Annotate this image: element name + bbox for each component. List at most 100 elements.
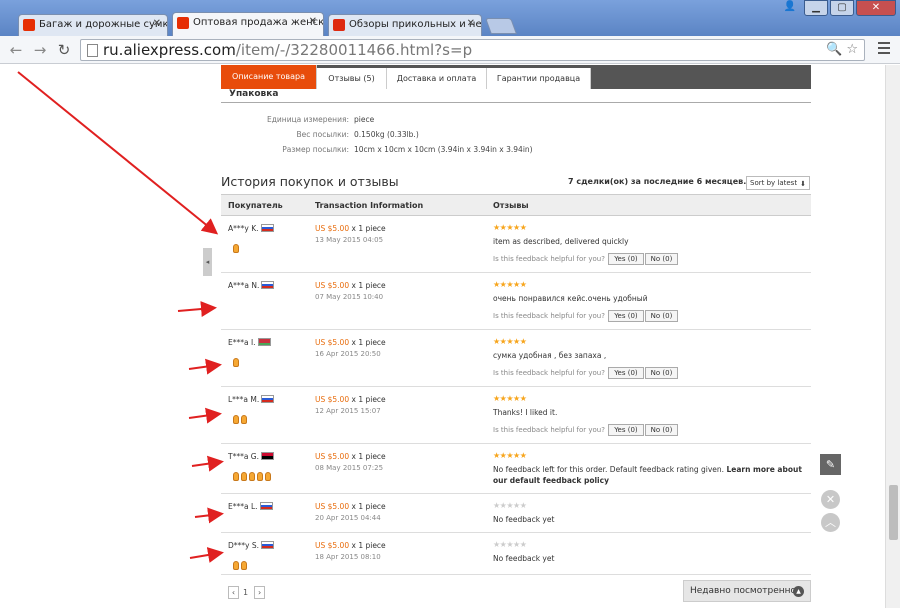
address-bar[interactable]: ru.aliexpress.com/item/-/32280011466.htm…: [80, 39, 865, 61]
recently-viewed-label: Недавно посмотренное: [690, 586, 802, 596]
feedback-text: No feedback yet: [493, 554, 555, 563]
pagination: ‹ 1 ›: [228, 586, 269, 599]
buyer-name-text: D***y S.: [228, 541, 259, 550]
browser-tab-1[interactable]: Багаж и дорожные сумки К ✕: [18, 14, 168, 36]
rating-stars-empty-icon: ★★★★★: [493, 501, 527, 510]
tab-shipping[interactable]: Доставка и оплата: [387, 68, 487, 89]
back-icon[interactable]: ←: [6, 40, 26, 60]
user-icon[interactable]: 👤: [778, 0, 802, 16]
url-host: ru.aliexpress.com: [103, 41, 236, 59]
quantity: x 1 piece: [351, 452, 386, 461]
tab-description[interactable]: Описание товара: [221, 65, 317, 89]
forward-icon[interactable]: →: [30, 40, 50, 60]
search-icon[interactable]: 🔍: [826, 42, 842, 57]
recently-viewed-bar[interactable]: Недавно посмотренное ▲: [683, 580, 811, 602]
price-amount: US $5.00: [315, 224, 350, 233]
browser-tab-bar: Багаж и дорожные сумки К ✕ Оптовая прода…: [0, 0, 900, 36]
feedback-text: очень понравился кейс.очень удобный: [493, 294, 648, 303]
yes-button[interactable]: Yes (0): [608, 253, 644, 265]
transaction-price: US $5.00 x 1 piece: [315, 338, 386, 347]
scrollbar-thumb[interactable]: [889, 485, 898, 540]
buyer-level-badges: [233, 409, 249, 428]
quantity: x 1 piece: [351, 541, 386, 550]
column-buyer: Покупатель: [228, 201, 283, 210]
yes-button[interactable]: Yes (0): [608, 424, 644, 436]
reload-icon[interactable]: ↻: [54, 40, 74, 60]
quantity: x 1 piece: [351, 395, 386, 404]
browser-tab-3[interactable]: Обзоры прикольных и необ ✕: [328, 14, 482, 36]
window-controls: 👤 ▁ ▢ ✕: [778, 0, 896, 16]
browser-tab-title: Оптовая продажа женский: [193, 17, 324, 28]
omnibox-icons: 🔍 ☆: [826, 42, 858, 57]
close-tab-icon[interactable]: ✕: [467, 18, 475, 29]
medal-icon: [233, 561, 239, 570]
buyer-name: E***a I.: [228, 338, 271, 347]
browser-tab-title: Багаж и дорожные сумки К: [39, 19, 168, 30]
scroll-top-icon[interactable]: ︿: [821, 513, 840, 532]
sort-label: Sort by latest: [750, 179, 798, 187]
page-scrollbar[interactable]: [885, 65, 900, 608]
no-button[interactable]: No (0): [644, 424, 679, 436]
aliexpress-favicon-icon: [23, 19, 35, 31]
sort-dropdown[interactable]: Sort by latest ⬇: [746, 176, 810, 190]
transaction-date: 08 May 2015 07:25: [315, 464, 384, 472]
no-button[interactable]: No (0): [644, 253, 679, 265]
browser-tab-2[interactable]: Оптовая продажа женский ✕: [172, 12, 324, 36]
yes-button[interactable]: Yes (0): [608, 367, 644, 379]
price-amount: US $5.00: [315, 502, 350, 511]
buyer-name: E***a L.: [228, 502, 273, 511]
tab-guarantee[interactable]: Гарантии продавца: [487, 68, 591, 89]
russia-flag-icon: [260, 224, 274, 232]
default-feedback-text: No feedback left for this order. Default…: [493, 465, 725, 474]
edit-pencil-icon[interactable]: ✎: [820, 454, 841, 475]
medal-icon: [241, 415, 247, 424]
price-amount: US $5.00: [315, 395, 350, 404]
transaction-price: US $5.00 x 1 piece: [315, 541, 386, 550]
helpful-prompt: Is this feedback helpful for you? Yes (0…: [493, 424, 679, 436]
menu-icon[interactable]: [878, 42, 890, 57]
browser-toolbar: ← → ↻ ru.aliexpress.com/item/-/322800114…: [0, 36, 900, 64]
buyer-name-text: E***a L.: [228, 502, 258, 511]
table-row: L***a M. US $5.00 x 1 piece 12 Apr 2015 …: [221, 387, 811, 444]
next-page-button[interactable]: ›: [254, 586, 266, 599]
close-circle-icon[interactable]: ✕: [821, 490, 840, 509]
prev-page-button[interactable]: ‹: [228, 586, 239, 599]
medal-icon: [241, 472, 247, 481]
transaction-price: US $5.00 x 1 piece: [315, 502, 386, 511]
product-tabs: Описание товара Отзывы (5) Доставка и оп…: [221, 65, 811, 89]
yes-button[interactable]: Yes (0): [608, 310, 644, 322]
table-row: E***a I. US $5.00 x 1 piece 16 Apr 2015 …: [221, 330, 811, 387]
bookmark-star-icon[interactable]: ☆: [846, 42, 858, 57]
feedback-text: сумка удобная , без запаха ,: [493, 351, 607, 360]
maximize-button[interactable]: ▢: [830, 0, 854, 16]
close-tab-icon[interactable]: ✕: [309, 16, 317, 27]
quantity: x 1 piece: [351, 281, 386, 290]
quantity: x 1 piece: [351, 338, 386, 347]
table-row: E***a L. US $5.00 x 1 piece 20 Apr 2015 …: [221, 494, 811, 533]
tab-reviews[interactable]: Отзывы (5): [317, 68, 387, 89]
buyer-level-badges: [233, 352, 241, 371]
buyer-name: A***a N.: [228, 281, 275, 290]
minimize-button[interactable]: ▁: [804, 0, 828, 16]
buyer-name-text: T***a G.: [228, 452, 260, 461]
transaction-date: 07 May 2015 10:40: [315, 293, 384, 301]
buyer-level-badges: [233, 555, 249, 574]
transaction-price: US $5.00 x 1 piece: [315, 452, 386, 461]
sidebar-toggle-icon[interactable]: ◂: [203, 248, 212, 276]
no-button[interactable]: No (0): [644, 310, 679, 322]
page-content: Описание товара Отзывы (5) Доставка и оп…: [0, 65, 900, 608]
no-button[interactable]: No (0): [644, 367, 679, 379]
close-tab-icon[interactable]: ✕: [153, 18, 161, 29]
buyer-name: A***y K.: [228, 224, 274, 233]
close-window-button[interactable]: ✕: [856, 0, 896, 16]
buyer-level-badges: [233, 238, 241, 257]
buyer-name-text: A***a N.: [228, 281, 260, 290]
new-tab-button[interactable]: [485, 18, 517, 34]
history-title: История покупок и отзывы: [221, 174, 399, 189]
china-flag-favicon-icon: [333, 19, 345, 31]
russia-flag-icon: [261, 395, 275, 403]
helpful-prompt: Is this feedback helpful for you? Yes (0…: [493, 310, 679, 322]
transaction-date: 16 Apr 2015 20:50: [315, 350, 381, 358]
russia-flag-icon: [259, 502, 273, 510]
helpful-text: Is this feedback helpful for you?: [493, 312, 605, 320]
